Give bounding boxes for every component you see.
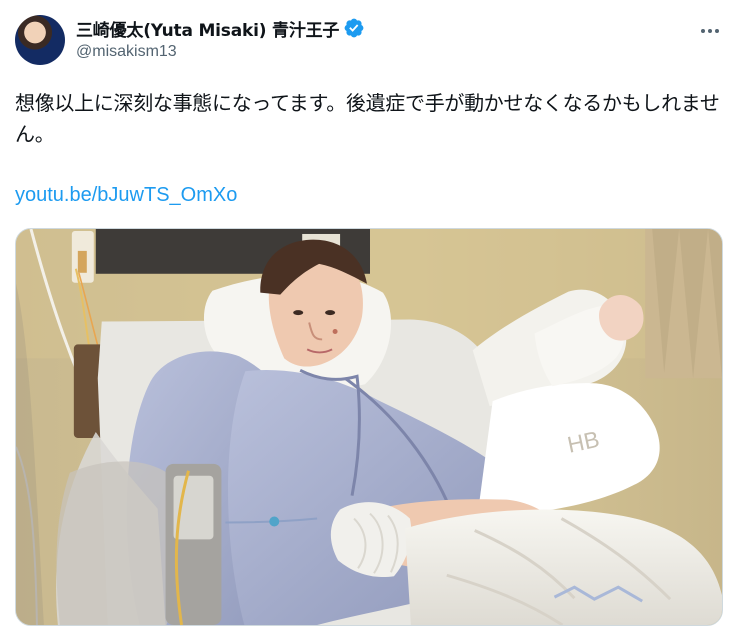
verified-badge-icon — [344, 18, 364, 38]
author-name-row: 三崎優太(Yuta Misaki) 青汁王子 — [76, 16, 666, 41]
author-display-name[interactable]: 三崎優太(Yuta Misaki) 青汁王子 — [76, 16, 339, 41]
tweet-text: 想像以上に深刻な事態になってます。後遺症で手が動かせなくなるかもしれません。 — [15, 91, 720, 146]
dot-icon — [701, 29, 705, 33]
dot-icon — [715, 29, 719, 33]
avatar[interactable] — [15, 15, 65, 65]
tweet-header: 三崎優太(Yuta Misaki) 青汁王子 @misakism13 — [76, 16, 666, 61]
hospital-photo: HB — [16, 229, 722, 625]
dot-icon — [708, 29, 712, 33]
youtube-link[interactable]: youtu.be/bJuwTS_OmXo — [15, 184, 237, 207]
more-options-button[interactable] — [693, 17, 727, 45]
author-handle[interactable]: @misakism13 — [76, 43, 666, 61]
tweet-photo[interactable]: HB — [15, 228, 723, 626]
tweet-card: 三崎優太(Yuta Misaki) 青汁王子 @misakism13 想像以上に… — [0, 0, 745, 637]
